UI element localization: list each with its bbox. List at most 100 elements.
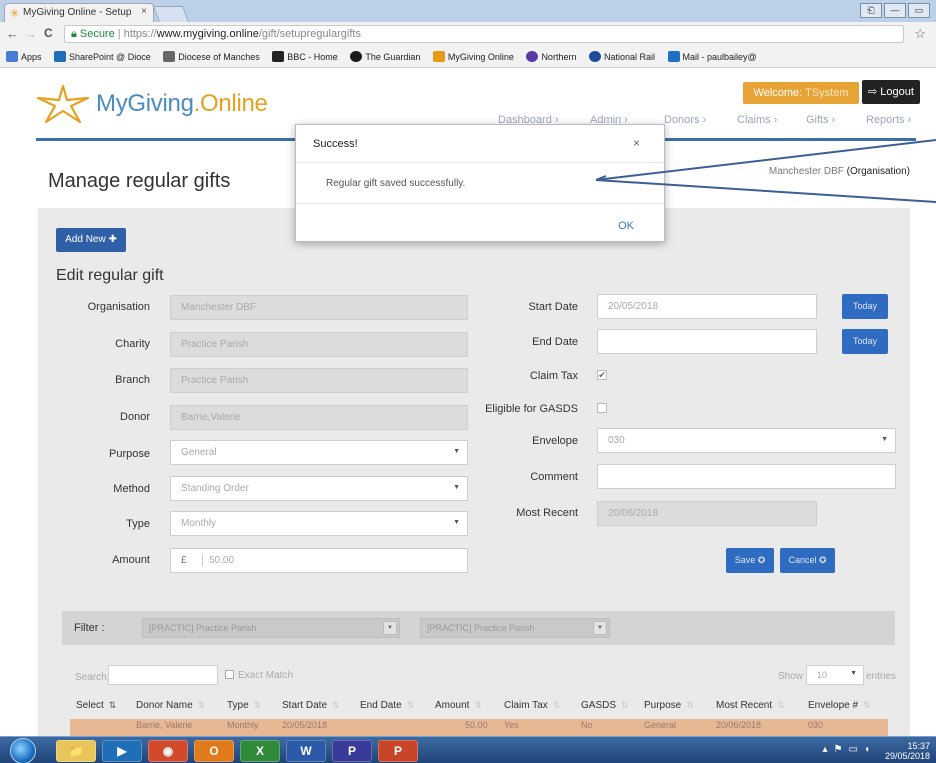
menu-reports[interactable]: Reports › <box>866 114 911 126</box>
col-claim-tax[interactable]: Claim Tax ⇅ <box>504 700 560 711</box>
ok-button[interactable]: OK <box>618 220 634 232</box>
branch-label: Branch <box>115 374 150 386</box>
filter-label: Filter : <box>74 622 105 634</box>
purpose-label: Purpose <box>109 448 150 460</box>
sharepoint-icon <box>54 51 67 62</box>
envelope-select[interactable]: 030 ▼ <box>597 428 896 453</box>
maximize-window-icon[interactable]: ▭ <box>908 3 930 18</box>
powerpoint-icon[interactable]: P <box>378 740 418 762</box>
start-date-input[interactable]: 20/05/2018 <box>597 294 817 319</box>
tab-title: MyGiving Online - Setup <box>23 7 132 18</box>
comment-input[interactable] <box>597 464 896 489</box>
col-select[interactable]: Select ⇅ <box>76 700 116 711</box>
url-input[interactable]: 🔒︎ Secure | https://www.mygiving.online/g… <box>64 25 904 43</box>
search-input[interactable] <box>108 665 218 685</box>
northern-icon <box>526 51 539 62</box>
close-icon[interactable]: × <box>633 136 640 150</box>
sort-icon: ⇅ <box>474 700 483 710</box>
claim-tax-label: Claim Tax <box>529 370 578 382</box>
forward-arrow-icon[interactable]: → <box>24 26 37 41</box>
chevron-down-icon: ▼ <box>850 670 857 677</box>
mygiving-logo[interactable]: MyGiving.Online <box>36 82 268 126</box>
file-explorer-icon[interactable]: 📁 <box>56 740 96 762</box>
col-most-recent[interactable]: Most Recent ⇅ <box>716 700 785 711</box>
exact-match-checkbox[interactable] <box>225 670 234 679</box>
restore-window-icon[interactable]: ⎗ <box>860 3 882 18</box>
menu-claims[interactable]: Claims › <box>737 114 777 126</box>
windows-taskbar: 📁 ▶ ◉ O X W P P ▴⚑▭◖ 15:37 29/05/2018 <box>0 736 936 763</box>
bookmark-mail[interactable]: Mail - paulbailey@ <box>667 51 757 62</box>
success-dialog: Success! × Regular gift saved successful… <box>295 124 665 242</box>
reload-icon[interactable]: C <box>44 26 53 40</box>
save-button[interactable]: Save ✪ <box>726 548 774 573</box>
end-date-input[interactable] <box>597 329 817 354</box>
url-path: /gift/setupregulargifts <box>258 28 361 40</box>
exact-match-option[interactable]: Exact Match <box>225 670 293 681</box>
project-icon[interactable]: P <box>332 740 372 762</box>
bookmark-star-icon[interactable]: ☆ <box>914 26 926 42</box>
organisation-field: Manchester DBF <box>170 295 468 320</box>
col-start-date[interactable]: Start Date ⇅ <box>282 700 340 711</box>
browser-tab[interactable]: ✳ MyGiving Online - Setup × <box>4 3 154 22</box>
bookmark-guardian[interactable]: The Guardian <box>350 51 420 62</box>
clock[interactable]: 15:37 29/05/2018 <box>885 741 930 761</box>
branch-filter-select[interactable]: [PRACTIC] Practice Parish ▼ <box>420 618 610 638</box>
col-envelope[interactable]: Envelope # ⇅ <box>808 700 871 711</box>
branch-field: Practice Parish <box>170 368 468 393</box>
bookmark-northern[interactable]: Northern <box>526 51 576 62</box>
tab-close-icon[interactable]: × <box>141 6 147 17</box>
claim-tax-checkbox[interactable]: ✔ <box>597 370 607 380</box>
back-arrow-icon[interactable]: ← <box>6 26 19 41</box>
entries-label: entries <box>866 671 897 682</box>
menu-gifts[interactable]: Gifts › <box>806 114 835 126</box>
section-title: Edit regular gift <box>56 267 164 284</box>
gasds-checkbox[interactable] <box>597 403 607 413</box>
bookmark-sharepoint[interactable]: SharePoint @ Dioce <box>54 51 151 62</box>
col-donor-name[interactable]: Donor Name ⇅ <box>136 700 205 711</box>
amount-label: Amount <box>112 554 150 566</box>
page-size-select[interactable]: 10 ▼ <box>806 665 864 685</box>
sort-icon: ⇅ <box>406 700 415 710</box>
start-date-today-button[interactable]: Today <box>842 294 888 319</box>
bookmark-diocese[interactable]: Diocese of Manches <box>163 51 260 62</box>
apps-grid-icon <box>6 51 18 62</box>
new-tab-button[interactable] <box>153 6 189 22</box>
bookmark-mygiving[interactable]: MyGiving Online <box>432 51 514 62</box>
col-amount[interactable]: Amount ⇅ <box>435 700 482 711</box>
col-end-date[interactable]: End Date ⇅ <box>360 700 414 711</box>
system-tray-icons[interactable]: ▴⚑▭◖ <box>823 744 876 755</box>
bookmark-national-rail[interactable]: National Rail <box>588 51 655 62</box>
chevron-down-icon: ▼ <box>593 621 607 635</box>
col-type[interactable]: Type ⇅ <box>227 700 261 711</box>
purpose-select[interactable]: General ▼ <box>170 440 468 465</box>
start-button-icon[interactable] <box>10 738 36 763</box>
url-scheme: https:// <box>123 28 157 40</box>
start-date-label: Start Date <box>528 301 578 313</box>
search-label: Search: <box>75 672 110 683</box>
type-select[interactable]: Monthly ▼ <box>170 511 468 536</box>
dialog-message: Regular gift saved successfully. <box>326 178 466 189</box>
add-new-button[interactable]: Add New ✚ <box>56 228 126 252</box>
col-gasds[interactable]: GASDS ⇅ <box>581 700 629 711</box>
chevron-down-icon: ▼ <box>453 448 460 455</box>
chrome-icon[interactable]: ◉ <box>148 740 188 762</box>
word-icon[interactable]: W <box>286 740 326 762</box>
cancel-button[interactable]: Cancel ✪ <box>780 548 835 573</box>
excel-icon[interactable]: X <box>240 740 280 762</box>
minimize-window-icon[interactable]: — <box>884 3 906 18</box>
logo-text: MyGiving.Online <box>96 90 268 117</box>
logout-button[interactable]: ⇨ Logout <box>862 80 920 104</box>
bookmark-apps[interactable]: Apps <box>6 51 42 62</box>
outlook-icon[interactable]: O <box>194 740 234 762</box>
chevron-down-icon: ▼ <box>453 519 460 526</box>
media-player-icon[interactable]: ▶ <box>102 740 142 762</box>
col-purpose[interactable]: Purpose ⇅ <box>644 700 694 711</box>
method-select[interactable]: Standing Order ▼ <box>170 476 468 501</box>
bookmark-bbc[interactable]: BBC - Home <box>272 51 338 62</box>
end-date-today-button[interactable]: Today <box>842 329 888 354</box>
table-row[interactable]: Barrie, Valerie Monthly 20/05/2018 50.00… <box>70 719 888 736</box>
menu-donors[interactable]: Donors › <box>664 114 706 126</box>
amount-input[interactable]: £50.00 <box>170 548 468 573</box>
lock-icon: 🔒︎ <box>71 28 77 40</box>
charity-filter-select[interactable]: [PRACTIC] Practice Parish ▼ <box>142 618 400 638</box>
